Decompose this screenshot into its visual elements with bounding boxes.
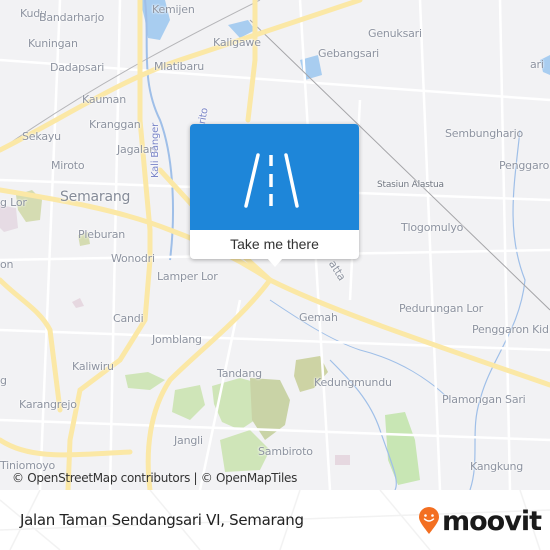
place-label-semarang: Semarang [60,189,131,205]
road-icon [244,153,299,208]
place-label-bandarharjo: Bandarharjo [39,11,105,24]
place-label-kedungmundu: Kedungmundu [314,376,392,389]
place-label-kemijen: Kemijen [152,3,195,16]
place-label-karangrejo: Karangrejo [19,398,77,411]
place-label-sambiroto: Sambiroto [258,445,313,458]
footer: Jalan Taman Sendangsari VI, Semarang moo… [0,490,550,550]
water-label-kali-banger: Kali Banger [150,123,161,178]
place-label-pedurungan-lor: Pedurungan Lor [399,302,484,315]
popup-pointer [267,258,283,267]
place-label-miroto: Miroto [51,159,85,172]
place-label-sembungharjo: Sembungharjo [445,127,523,140]
map-attribution[interactable]: © OpenStreetMap contributors | © OpenMap… [12,471,297,485]
place-label-kranggan: Kranggan [89,118,141,131]
location-title: Jalan Taman Sendangsari VI, Semarang [20,511,304,529]
place-label-candi: Candi [113,312,144,325]
map-view[interactable]: Kudu Bandarharjo Kemijen Kuningan Kaliga… [0,0,550,490]
place-label-on: on [0,258,14,271]
place-label-jomblang: Jomblang [152,333,202,346]
place-label-jangli: Jangli [174,434,203,447]
place-label-mlatibaru: Mlatibaru [154,60,205,73]
place-label-gemah: Gemah [299,311,338,324]
place-label-kuningan: Kuningan [28,37,78,50]
popup-header[interactable] [190,124,359,230]
place-label-genuksari: Genuksari [368,27,422,40]
place-label-sekayu: Sekayu [22,130,61,143]
place-label-kangkung: Kangkung [470,460,524,473]
moovit-logo[interactable]: moovit [418,504,542,538]
place-label-kudu: ari [530,58,544,71]
place-label-dadapsari: Dadapsari [50,61,105,74]
place-label-penggaron: Penggaro [499,159,550,172]
place-label-plamongan-sari: Plamongan Sari [442,393,526,406]
place-label-lamper-lor: Lamper Lor [157,270,218,283]
take-me-there-button[interactable]: Take me there [190,230,359,259]
place-label-penggaron-kidul: Penggaron Kid [472,323,549,336]
place-label-tandang: Tandang [217,367,262,380]
place-label-pleburan: Pleburan [78,228,126,241]
place-label-kaliwiru: Kaliwiru [72,360,114,373]
place-label-stasiun-alastua: Stasiun Alastua [377,180,444,190]
moovit-pin-icon [419,507,439,534]
place-label-kaligawe: Kaligawe [213,36,261,49]
place-label-gebangsari: Gebangsari [318,47,380,60]
place-label-kauman: Kauman [82,93,126,106]
place-label-wonodri: Wonodri [111,252,155,265]
brand-wordmark: moovit [442,505,542,537]
destination-popup[interactable]: Take me there [190,124,359,267]
place-label-ari: g Lor [0,196,27,209]
place-label-tlogomulyo: Tlogomulyo [401,221,464,234]
place-label-g: g [0,374,7,387]
